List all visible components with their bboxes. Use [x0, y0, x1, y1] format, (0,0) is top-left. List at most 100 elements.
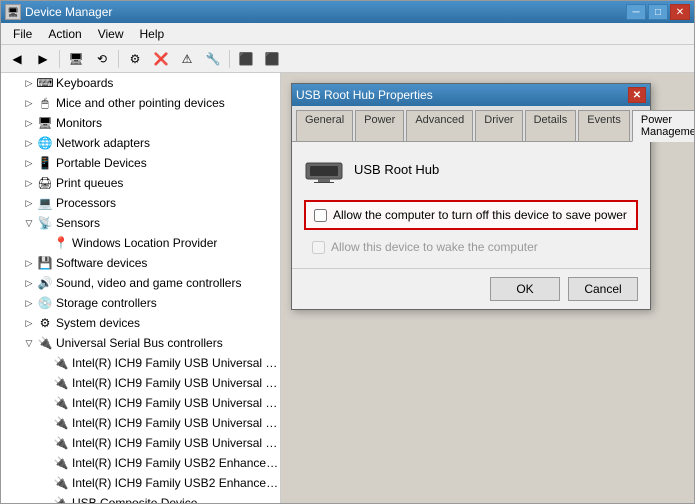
app-icon: 🖥	[5, 4, 21, 20]
tree-item-usb5[interactable]: 🔌 Intel(R) ICH9 Family USB Universal Hos…	[1, 433, 280, 453]
tree-label-usb1: Intel(R) ICH9 Family USB Universal Host …	[72, 356, 280, 370]
tree-item-print[interactable]: ▷ 🖨 Print queues	[1, 173, 280, 193]
tree-label-usb3: Intel(R) ICH9 Family USB Universal Host …	[72, 396, 280, 410]
cancel-button[interactable]: Cancel	[568, 277, 638, 301]
expander-network: ▷	[21, 135, 37, 151]
tree-item-sensors[interactable]: ▽ 📡 Sensors	[1, 213, 280, 233]
properties-button[interactable]: ⚙	[123, 48, 147, 70]
title-bar-left: 🖥 Device Manager	[5, 4, 112, 20]
tree-item-usb1[interactable]: 🔌 Intel(R) ICH9 Family USB Universal Hos…	[1, 353, 280, 373]
separator-1	[59, 50, 60, 68]
expander-usb3	[37, 395, 53, 411]
toolbar: ◀ ▶ 🖥 ⟲ ⚙ ❌ ⚠ 🔧 ⬛ ⬛	[1, 45, 694, 73]
expander-monitors: ▷	[21, 115, 37, 131]
view-btn2[interactable]: ⬛	[260, 48, 284, 70]
sensors-icon: 📡	[37, 215, 53, 231]
tree-item-composite[interactable]: 🔌 USB Composite Device	[1, 493, 280, 503]
tree-item-processors[interactable]: ▷ 💻 Processors	[1, 193, 280, 213]
tree-item-usb3[interactable]: 🔌 Intel(R) ICH9 Family USB Universal Hos…	[1, 393, 280, 413]
tree-item-system[interactable]: ▷ ⚙ System devices	[1, 313, 280, 333]
maximize-button[interactable]: □	[648, 4, 668, 20]
usb7-icon: 🔌	[53, 475, 69, 491]
power-save-label[interactable]: Allow the computer to turn off this devi…	[333, 208, 627, 222]
power-save-checkbox[interactable]	[314, 209, 327, 222]
expander-usb5	[37, 435, 53, 451]
dialog-title: USB Root Hub Properties	[296, 88, 433, 102]
monitors-icon: 🖥	[37, 115, 53, 131]
minimize-button[interactable]: ─	[626, 4, 646, 20]
tree-item-usb[interactable]: ▽ 🔌 Universal Serial Bus controllers	[1, 333, 280, 353]
tree-item-usb6[interactable]: 🔌 Intel(R) ICH9 Family USB2 Enhanced Hos…	[1, 453, 280, 473]
composite-icon: 🔌	[53, 495, 69, 503]
tab-power-management[interactable]: Power Management	[632, 110, 694, 142]
tree-item-software[interactable]: ▷ 💾 Software devices	[1, 253, 280, 273]
tree-label-composite: USB Composite Device	[72, 496, 197, 503]
expander-storage: ▷	[21, 295, 37, 311]
back-button[interactable]: ◀	[5, 48, 29, 70]
view-btn1[interactable]: ⬛	[234, 48, 258, 70]
tree-label-keyboards: Keyboards	[56, 76, 113, 90]
tab-general[interactable]: General	[296, 110, 353, 141]
mice-icon: 🖱	[37, 95, 53, 111]
wake-label: Allow this device to wake the computer	[331, 240, 538, 254]
refresh-button[interactable]: ⟲	[90, 48, 114, 70]
remove-button[interactable]: ❌	[149, 48, 173, 70]
right-panel: USB Root Hub Properties ✕ General Power …	[281, 73, 694, 503]
tree-label-system: System devices	[56, 316, 140, 330]
content-area: ▷ ⌨ Keyboards ▷ 🖱 Mice and other pointin…	[1, 73, 694, 503]
dialog-close-button[interactable]: ✕	[628, 87, 646, 103]
expander-sensors: ▽	[21, 215, 37, 231]
software-icon: 💾	[37, 255, 53, 271]
tree-item-wlp[interactable]: 📍 Windows Location Provider	[1, 233, 280, 253]
forward-button[interactable]: ▶	[31, 48, 55, 70]
menu-bar: File Action View Help	[1, 23, 694, 45]
separator-3	[229, 50, 230, 68]
expander-usb2	[37, 375, 53, 391]
storage-icon: 💿	[37, 295, 53, 311]
tree-item-storage[interactable]: ▷ 💿 Storage controllers	[1, 293, 280, 313]
expander-processors: ▷	[21, 195, 37, 211]
print-icon: 🖨	[37, 175, 53, 191]
tree-label-usb: Universal Serial Bus controllers	[56, 336, 223, 350]
tree-item-usb2[interactable]: 🔌 Intel(R) ICH9 Family USB Universal Hos…	[1, 373, 280, 393]
warning-button[interactable]: ⚠	[175, 48, 199, 70]
menu-view[interactable]: View	[90, 25, 132, 43]
processors-icon: 💻	[37, 195, 53, 211]
tree-item-usb4[interactable]: 🔌 Intel(R) ICH9 Family USB Universal Hos…	[1, 413, 280, 433]
dialog-content: USB Root Hub Allow the computer to turn …	[292, 142, 650, 268]
tab-driver[interactable]: Driver	[475, 110, 522, 141]
device-manager-button[interactable]: 🖥	[64, 48, 88, 70]
tree-item-usb7[interactable]: 🔌 Intel(R) ICH9 Family USB2 Enhanced Hos…	[1, 473, 280, 493]
tree-item-sound[interactable]: ▷ 🔊 Sound, video and game controllers	[1, 273, 280, 293]
expander-usb7	[37, 475, 53, 491]
menu-file[interactable]: File	[5, 25, 40, 43]
close-button[interactable]: ✕	[670, 4, 690, 20]
power-save-checkbox-row: Allow the computer to turn off this devi…	[304, 200, 638, 230]
menu-help[interactable]: Help	[132, 25, 173, 43]
expander-wlp	[37, 235, 53, 251]
ok-button[interactable]: OK	[490, 277, 560, 301]
tree-item-portable[interactable]: ▷ 📱 Portable Devices	[1, 153, 280, 173]
system-icon: ⚙	[37, 315, 53, 331]
update-driver-button[interactable]: 🔧	[201, 48, 225, 70]
wake-checkbox[interactable]	[312, 241, 325, 254]
tree-label-software: Software devices	[56, 256, 147, 270]
tab-details[interactable]: Details	[525, 110, 577, 141]
tree-label-usb2: Intel(R) ICH9 Family USB Universal Host …	[72, 376, 280, 390]
expander-usb: ▽	[21, 335, 37, 351]
tab-advanced[interactable]: Advanced	[406, 110, 473, 141]
tree-label-usb5: Intel(R) ICH9 Family USB Universal Host …	[72, 436, 280, 450]
tree-item-monitors[interactable]: ▷ 🖥 Monitors	[1, 113, 280, 133]
tab-power[interactable]: Power	[355, 110, 404, 141]
tree-item-network[interactable]: ▷ 🌐 Network adapters	[1, 133, 280, 153]
tree-item-mice[interactable]: ▷ 🖱 Mice and other pointing devices	[1, 93, 280, 113]
tree-label-sensors: Sensors	[56, 216, 100, 230]
menu-action[interactable]: Action	[40, 25, 89, 43]
dialog-buttons: OK Cancel	[292, 268, 650, 309]
network-icon: 🌐	[37, 135, 53, 151]
keyboard-icon: ⌨	[37, 75, 53, 91]
tree-label-usb6: Intel(R) ICH9 Family USB2 Enhanced Host …	[72, 456, 280, 470]
tab-events[interactable]: Events	[578, 110, 630, 141]
tree-item-keyboards[interactable]: ▷ ⌨ Keyboards	[1, 73, 280, 93]
expander-composite	[37, 495, 53, 503]
